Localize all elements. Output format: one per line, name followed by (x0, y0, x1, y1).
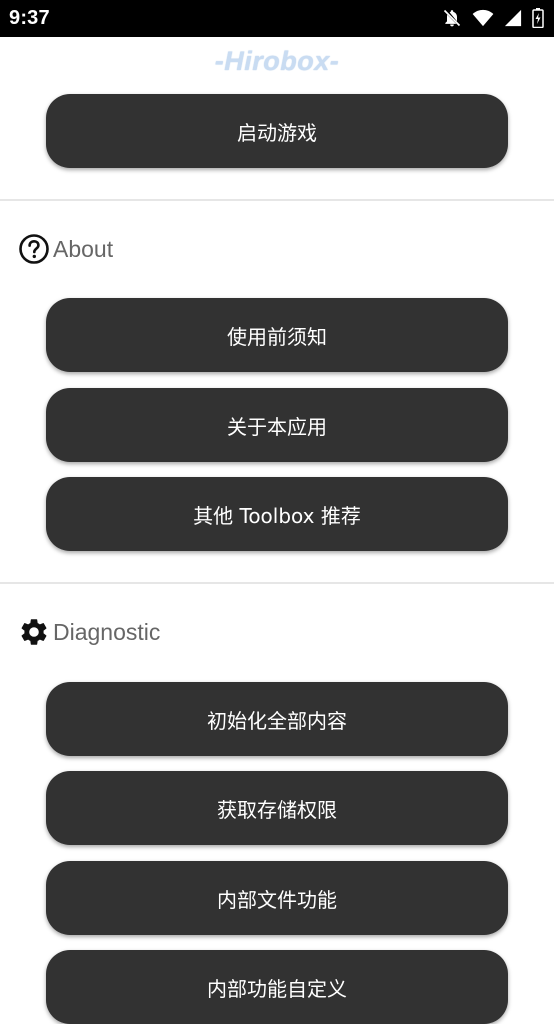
internal-files-button[interactable]: 内部文件功能 (46, 861, 508, 935)
app-logo: -Hirobox- (214, 46, 340, 76)
section-title-diagnostic: Diagnostic (53, 618, 161, 645)
wifi-icon (472, 9, 494, 27)
divider (0, 199, 554, 201)
gear-icon (18, 616, 50, 648)
status-icons (442, 7, 544, 29)
section-header-diagnostic: Diagnostic (18, 615, 160, 649)
other-toolbox-button[interactable]: 其他 Toolbox 推荐 (46, 477, 508, 551)
help-circle-icon (18, 233, 50, 265)
status-time: 9:37 (9, 7, 50, 29)
signal-icon (504, 9, 522, 27)
status-bar: 9:37 (0, 0, 554, 37)
read-before-use-button[interactable]: 使用前须知 (46, 298, 508, 372)
about-app-button[interactable]: 关于本应用 (46, 388, 508, 462)
divider (0, 582, 554, 584)
storage-permission-button[interactable]: 获取存储权限 (46, 771, 508, 845)
section-title-about: About (53, 235, 114, 262)
section-header-about: About (18, 232, 113, 266)
internal-customize-button[interactable]: 内部功能自定义 (46, 950, 508, 1024)
notifications-off-icon (442, 8, 462, 28)
launch-game-button[interactable]: 启动游戏 (46, 94, 508, 168)
battery-icon (532, 8, 544, 28)
reset-all-button[interactable]: 初始化全部内容 (46, 682, 508, 756)
